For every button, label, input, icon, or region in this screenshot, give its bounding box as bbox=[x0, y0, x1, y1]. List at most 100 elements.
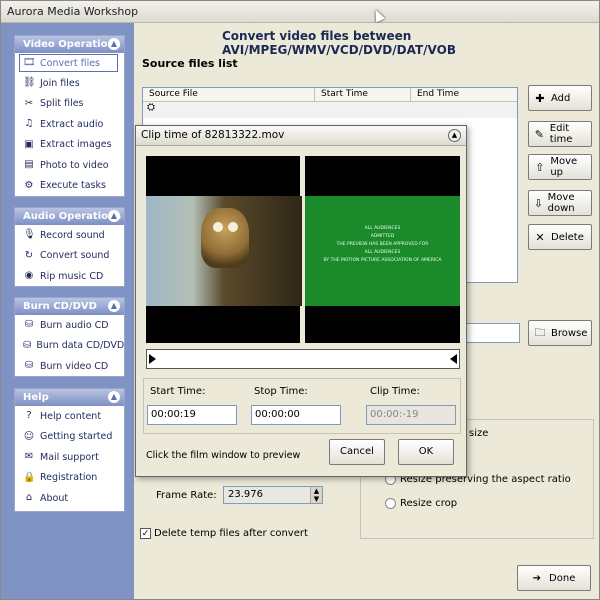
sidebar: Video Operations ▲ 🎞 Convert files ⛓ Join … bbox=[1, 23, 134, 599]
sidebar-item-burn-video-cd[interactable]: ⛁ Burn video CD bbox=[15, 356, 124, 377]
seek-bar[interactable] bbox=[146, 349, 460, 369]
sidebar-item-execute-tasks[interactable]: ⚙ Execute tasks bbox=[15, 176, 124, 197]
join-icon: ⛓ bbox=[23, 77, 36, 89]
dialog-title-bar: Clip time of 82813322.mov ▲ bbox=[136, 126, 466, 146]
end-marker-icon[interactable] bbox=[450, 354, 457, 364]
spinner-icon[interactable]: ▲ ▼ bbox=[310, 487, 322, 503]
app-title: Aurora Media Workshop bbox=[7, 5, 139, 18]
video-operations-group: Video Operations ▲ 🎞 Convert files ⛓ Join … bbox=[14, 35, 125, 197]
frame-rate-stepper[interactable]: 23.976 ▲ ▼ bbox=[223, 486, 323, 504]
ok-button[interactable]: OK bbox=[398, 439, 454, 465]
cancel-button[interactable]: Cancel bbox=[329, 439, 385, 465]
delete-button[interactable]: ✕ Delete bbox=[528, 224, 592, 250]
group-header[interactable]: Help ▲ bbox=[15, 389, 124, 406]
note-icon: ♫ bbox=[24, 118, 34, 130]
sidebar-item-split-files[interactable]: ✂ Split files bbox=[15, 94, 124, 115]
sidebar-item-convert-files[interactable]: 🎞 Convert files bbox=[19, 54, 118, 72]
done-button[interactable]: ➔ Done bbox=[517, 565, 591, 591]
burn-icon: ⛁ bbox=[24, 319, 34, 331]
page-title: Convert video files between AVI/MPEG/WMV… bbox=[222, 29, 456, 57]
resize-crop-radio[interactable]: Resize crop bbox=[385, 498, 457, 509]
refresh-icon: ↻ bbox=[24, 249, 34, 261]
title-bar: Aurora Media Workshop bbox=[1, 1, 599, 23]
collapse-icon[interactable]: ▲ bbox=[108, 38, 120, 50]
clip-time-label: Clip Time: bbox=[370, 386, 420, 397]
movie-frame-image bbox=[146, 196, 302, 306]
burn-cd-dvd-group: Burn CD/DVD ▲ ⛁ Burn audio CD ⛁ Burn data … bbox=[14, 297, 125, 377]
check-icon: ✓ bbox=[140, 528, 151, 539]
time-fields-group: Start Time: Stop Time: Clip Time: 00:00:… bbox=[143, 378, 461, 434]
arrow-right-icon: ➔ bbox=[532, 572, 542, 584]
group-header[interactable]: Video Operations ▲ bbox=[15, 36, 124, 53]
close-icon[interactable]: ▲ bbox=[448, 129, 461, 142]
delete-temp-checkbox[interactable]: ✓ Delete temp files after convert bbox=[140, 528, 308, 539]
start-time-label: Start Time: bbox=[150, 386, 206, 397]
mail-icon: ✉ bbox=[24, 451, 34, 463]
list-item[interactable]: ⛭ bbox=[143, 102, 517, 118]
column-source-file[interactable]: Source File bbox=[143, 88, 315, 101]
stop-time-label: Stop Time: bbox=[254, 386, 308, 397]
video-preview-right[interactable]: ALL AUDIENCES ADMITTED THE PREVIEW HAS B… bbox=[305, 156, 460, 343]
help-icon: ? bbox=[26, 410, 32, 422]
sidebar-item-registration[interactable]: 🔒 Registration bbox=[15, 468, 124, 489]
move-down-button[interactable]: ⇩ Move down bbox=[528, 190, 592, 216]
audio-operations-group: Audio Operations ▲ 🎙 Record sound ↻ Conver… bbox=[14, 207, 125, 287]
sidebar-item-extract-audio[interactable]: ♫ Extract audio bbox=[15, 114, 124, 135]
start-marker-icon[interactable] bbox=[149, 354, 156, 364]
sidebar-item-extract-images[interactable]: ▣ Extract images bbox=[15, 135, 124, 156]
source-files-label: Source files list bbox=[142, 57, 238, 70]
sidebar-item-convert-sound[interactable]: ↻ Convert sound bbox=[15, 246, 124, 267]
frame-rate-label: Frame Rate: bbox=[156, 490, 217, 501]
sidebar-item-about[interactable]: ⌂ About bbox=[15, 488, 124, 509]
image-icon: ▣ bbox=[24, 138, 34, 150]
column-end-time[interactable]: End Time bbox=[411, 88, 517, 101]
help-group: Help ▲ ? Help content ☺ Getting started ✉ M… bbox=[14, 388, 125, 512]
folder-icon: 🗀 bbox=[534, 325, 546, 339]
sidebar-item-burn-data-cd-dvd[interactable]: ⛁ Burn data CD/DVD bbox=[15, 336, 124, 357]
sidebar-item-photo-to-video[interactable]: ▤ Photo to video bbox=[15, 155, 124, 176]
burn-icon: ⛁ bbox=[24, 360, 34, 372]
group-header[interactable]: Audio Operations ▲ bbox=[15, 208, 124, 225]
clip-time-field: 00:00:-19 bbox=[366, 405, 456, 425]
burn-icon: ⛁ bbox=[23, 339, 32, 351]
smile-icon: ☺ bbox=[23, 430, 35, 442]
radio-icon bbox=[385, 498, 396, 509]
collapse-icon[interactable]: ▲ bbox=[108, 391, 120, 403]
rating-card: ALL AUDIENCES ADMITTED THE PREVIEW HAS B… bbox=[305, 196, 460, 306]
cd-icon: ◉ bbox=[24, 270, 34, 282]
photo-icon: ▤ bbox=[24, 159, 34, 171]
character-image bbox=[201, 208, 249, 268]
clip-time-dialog: Clip time of 82813322.mov ▲ ALL AUDIENCE… bbox=[135, 125, 467, 477]
split-icon: ✂ bbox=[24, 97, 34, 109]
plus-icon: ✚ bbox=[535, 91, 545, 105]
sidebar-item-join-files[interactable]: ⛓ Join files bbox=[15, 73, 124, 94]
file-icon: ⛭ bbox=[147, 102, 155, 113]
sidebar-item-record-sound[interactable]: 🎙 Record sound bbox=[15, 225, 124, 246]
browse-button[interactable]: 🗀 Browse bbox=[528, 320, 592, 346]
sidebar-item-getting-started[interactable]: ☺ Getting started bbox=[15, 427, 124, 448]
sidebar-item-burn-audio-cd[interactable]: ⛁ Burn audio CD bbox=[15, 315, 124, 336]
collapse-icon[interactable]: ▲ bbox=[108, 210, 120, 222]
resize-option-partial: size bbox=[469, 428, 489, 439]
sidebar-item-help-content[interactable]: ? Help content bbox=[15, 406, 124, 427]
stop-time-input[interactable]: 00:00:00 bbox=[251, 405, 341, 425]
add-button[interactable]: ✚ Add bbox=[528, 85, 592, 111]
edit-time-button[interactable]: ✎ Edit time bbox=[528, 121, 592, 147]
lock-icon: 🔒 bbox=[23, 471, 36, 483]
mic-icon: 🎙 bbox=[23, 229, 36, 241]
home-icon: ⌂ bbox=[25, 492, 33, 504]
close-icon: ✕ bbox=[535, 230, 545, 244]
move-up-button[interactable]: ⇧ Move up bbox=[528, 154, 592, 180]
start-time-input[interactable]: 00:00:19 bbox=[147, 405, 237, 425]
sidebar-item-rip-music-cd[interactable]: ◉ Rip music CD bbox=[15, 266, 124, 287]
sidebar-item-mail-support[interactable]: ✉ Mail support bbox=[15, 447, 124, 468]
group-header[interactable]: Burn CD/DVD ▲ bbox=[15, 298, 124, 315]
collapse-icon[interactable]: ▲ bbox=[108, 300, 120, 312]
gear-icon: ⚙ bbox=[24, 179, 34, 191]
list-header: Source File Start Time End Time bbox=[143, 88, 517, 102]
arrow-up-icon: ⇧ bbox=[535, 160, 545, 174]
app-window: Aurora Media Workshop Video Operations ▲… bbox=[0, 0, 600, 600]
column-start-time[interactable]: Start Time bbox=[315, 88, 411, 101]
film-icon: 🎞 bbox=[23, 57, 36, 68]
video-preview-left[interactable] bbox=[146, 156, 302, 343]
